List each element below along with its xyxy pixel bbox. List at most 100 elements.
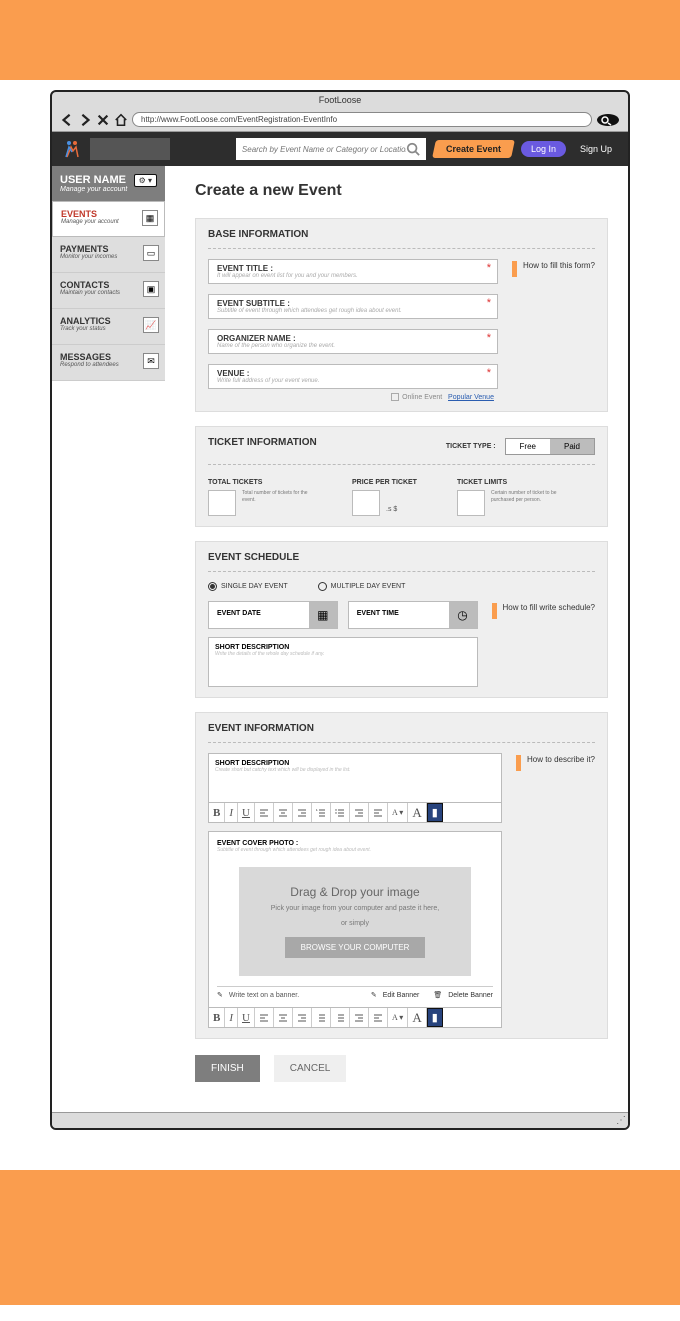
rte-toolbar-2: B I U A ▾ A ▮ — [208, 1008, 502, 1028]
url-input[interactable]: http://www.FootLoose.com/EventRegistrati… — [132, 112, 592, 127]
fill-color-button[interactable]: ▮ — [427, 1008, 443, 1027]
sidebar-item-messages[interactable]: MESSAGES Respond to attendees ✉ — [52, 345, 165, 381]
ticket-type-paid[interactable]: Paid — [550, 439, 594, 454]
underline-button[interactable]: U — [238, 803, 255, 822]
sidebar-user-block: ⚙ ▾ USER NAME Manage your account — [52, 166, 165, 201]
outdent-button[interactable] — [369, 1008, 388, 1027]
fill-color-button[interactable]: ▮ — [427, 803, 443, 822]
indent-button[interactable] — [350, 1008, 369, 1027]
ordered-list-button[interactable] — [312, 1008, 331, 1027]
organizer-name-field[interactable]: ORGANIZER NAME : Name of the person who … — [208, 329, 498, 354]
brand-placeholder — [90, 138, 170, 160]
align-right-button[interactable] — [293, 803, 312, 822]
cover-photo-block: EVENT COVER PHOTO : Subtitle of event th… — [208, 831, 502, 1008]
event-title-field[interactable]: EVENT TITLE : It will appear on event li… — [208, 259, 498, 284]
info-helper[interactable]: How to describe it? — [516, 753, 595, 771]
popular-venue-link[interactable]: Popular Venue — [448, 394, 494, 401]
edit-banner-link[interactable]: Edit Banner — [383, 992, 420, 999]
ticket-type-free[interactable]: Free — [506, 439, 550, 454]
bold-button[interactable]: B — [209, 1008, 225, 1027]
top-orange-band — [0, 0, 680, 80]
italic-button[interactable]: I — [225, 1008, 238, 1027]
signup-button[interactable]: Sign Up — [574, 141, 618, 157]
font-size-button[interactable]: A ▾ — [388, 803, 408, 822]
online-event-checkbox[interactable] — [391, 393, 399, 401]
ticket-limits-input[interactable] — [457, 490, 485, 516]
finish-button[interactable]: FINISH — [195, 1055, 260, 1082]
status-bar: ⋰ — [52, 1112, 628, 1128]
outdent-button[interactable] — [369, 803, 388, 822]
stop-icon[interactable] — [96, 113, 110, 127]
event-date-input[interactable]: EVENT DATE ▦ — [208, 601, 338, 629]
helper-accent-icon — [516, 755, 521, 771]
bottom-orange-band — [0, 1170, 680, 1305]
mail-icon: ✉ — [143, 353, 159, 369]
page-title: Create a new Event — [195, 182, 608, 200]
align-right-button[interactable] — [293, 1008, 312, 1027]
sidebar-item-analytics[interactable]: ANALYTICS Track your status 📈 — [52, 309, 165, 345]
resize-grip-icon[interactable]: ⋰ — [616, 1115, 626, 1126]
ticket-type-label: TICKET TYPE : — [446, 443, 496, 450]
search-loupe-icon[interactable] — [596, 113, 620, 127]
header-search[interactable] — [236, 138, 426, 160]
panel-heading: EVENT INFORMATION — [208, 723, 595, 743]
ticket-limits-block: TICKET LIMITS Certain number of ticket t… — [457, 479, 561, 516]
calendar-icon: ▦ — [142, 210, 158, 226]
back-icon[interactable] — [60, 113, 74, 127]
single-day-radio[interactable]: SINGLE DAY EVENT — [208, 582, 288, 591]
panel-heading: BASE INFORMATION — [208, 229, 595, 249]
align-left-button[interactable] — [255, 1008, 274, 1027]
banner-text-input[interactable]: Write text on a banner. — [229, 992, 365, 999]
sidebar-item-contacts[interactable]: CONTACTS Maintain your contacts ▣ — [52, 273, 165, 309]
indent-button[interactable] — [350, 803, 369, 822]
app-logo-icon — [62, 139, 82, 159]
sidebar-item-payments[interactable]: PAYMENTS Monitor your incomes ▭ — [52, 237, 165, 273]
panel-heading: EVENT SCHEDULE — [208, 552, 595, 572]
ordered-list-button[interactable]: 1 — [312, 803, 331, 822]
unordered-list-button[interactable] — [331, 803, 350, 822]
font-size-button[interactable]: A ▾ — [388, 1008, 408, 1027]
login-button[interactable]: Log In — [521, 141, 566, 157]
cancel-button[interactable]: CANCEL — [274, 1055, 347, 1082]
align-center-button[interactable] — [274, 803, 293, 822]
base-helper[interactable]: How to fill this form? — [512, 259, 595, 277]
venue-field[interactable]: VENUE : Write full address of your event… — [208, 364, 498, 389]
bold-button[interactable]: B — [209, 803, 225, 822]
schedule-short-desc[interactable]: SHORT DESCRIPTION Write the details of t… — [208, 637, 478, 687]
create-event-button[interactable]: Create Event — [432, 140, 515, 158]
pencil-icon: ✎ — [217, 991, 223, 999]
delete-banner-link[interactable]: Delete Banner — [448, 992, 493, 999]
font-color-button[interactable]: A — [408, 803, 426, 822]
search-input[interactable] — [242, 145, 406, 154]
align-center-button[interactable] — [274, 1008, 293, 1027]
font-color-button[interactable]: A — [408, 1008, 426, 1027]
align-left-button[interactable] — [255, 803, 274, 822]
app-header: Create Event Log In Sign Up — [52, 132, 628, 166]
helper-accent-icon — [492, 603, 497, 619]
event-time-input[interactable]: EVENT TIME ◷ — [348, 601, 478, 629]
venue-options: Online Event Popular Venue — [208, 393, 498, 401]
multiple-day-radio[interactable]: MULTIPLE DAY EVENT — [318, 582, 406, 591]
schedule-helper[interactable]: How to fill write schedule? — [492, 601, 595, 619]
cover-dropzone[interactable]: Drag & Drop your image Pick your image f… — [239, 867, 471, 976]
ticket-type-toggle: Free Paid — [505, 438, 595, 455]
underline-button[interactable]: U — [238, 1008, 255, 1027]
wallet-icon: ▭ — [143, 245, 159, 261]
event-subtitle-field[interactable]: EVENT SUBTITLE : Subtitle of event throu… — [208, 294, 498, 319]
search-icon[interactable] — [406, 142, 420, 156]
short-desc-editor: SHORT DESCRIPTION Create short but catch… — [208, 753, 502, 823]
forward-icon[interactable] — [78, 113, 92, 127]
browse-computer-button[interactable]: BROWSE YOUR COMPUTER — [285, 937, 426, 958]
clock-icon[interactable]: ◷ — [449, 602, 477, 628]
total-tickets-input[interactable] — [208, 490, 236, 516]
price-input[interactable] — [352, 490, 380, 516]
short-desc-textarea[interactable]: SHORT DESCRIPTION Create short but catch… — [209, 754, 501, 802]
italic-button[interactable]: I — [225, 803, 238, 822]
unordered-list-button[interactable] — [331, 1008, 350, 1027]
home-icon[interactable] — [114, 113, 128, 127]
sidebar-item-events[interactable]: EVENTS Manage your account ▦ — [52, 201, 165, 237]
calendar-icon[interactable]: ▦ — [309, 602, 337, 628]
trash-icon: 🗑 — [433, 991, 442, 999]
user-settings-button[interactable]: ⚙ ▾ — [134, 174, 157, 187]
panel-ticket-info: TICKET INFORMATION TICKET TYPE : Free Pa… — [195, 426, 608, 527]
